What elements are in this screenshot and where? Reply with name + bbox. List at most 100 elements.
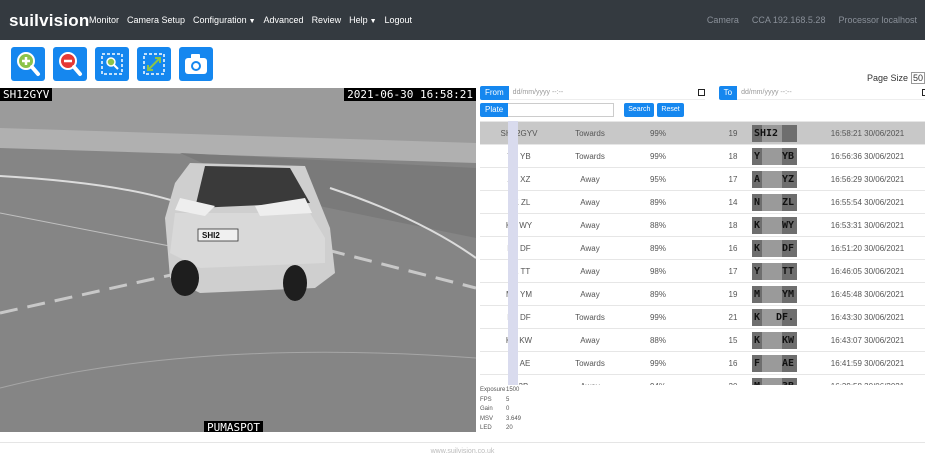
camera-toolbar <box>11 47 213 81</box>
processor-label: Processor localhost <box>838 15 917 25</box>
plate-thumbnail[interactable]: N ZL <box>752 194 797 211</box>
table-row[interactable]: KY DF Away 89% 16 K DF 16:51:20 30/06/2021 <box>480 236 925 259</box>
plate-thumbnail[interactable]: M YM <box>752 286 797 303</box>
snapshot-button[interactable] <box>179 47 213 81</box>
timestamp-cell: 16:56:36 30/06/2021 <box>830 152 905 161</box>
plate-thumbnail[interactable]: Y YB <box>752 148 797 165</box>
zoom-out-button[interactable] <box>53 47 87 81</box>
from-label: From <box>480 86 509 100</box>
timestamp-cell: 16:45:48 30/06/2021 <box>830 290 905 299</box>
nav-menu: Monitor Camera Setup Configuration ▼ Adva… <box>89 15 412 25</box>
plate-cell: KD WY <box>505 221 533 230</box>
plate-thumbnail-text-start: SHI2 <box>754 128 779 139</box>
confidence-cell: 98% <box>649 267 666 276</box>
footer-link[interactable]: www.suilvision.co.uk <box>0 448 925 455</box>
table-row[interactable]: MV YM Away 89% 19 M YM 16:45:48 30/06/2021 <box>480 282 925 305</box>
plate-thumbnail-text-end: KW <box>781 335 794 346</box>
plate-thumbnail[interactable]: M 3B <box>752 378 797 385</box>
plate-thumbnail-text-end: YM <box>781 289 794 300</box>
plate-search-input[interactable] <box>508 103 615 117</box>
to-label: To <box>718 86 738 100</box>
nav-monitor[interactable]: Monitor <box>89 15 119 25</box>
camera-brand-overlay: PUMASPOT <box>204 421 263 432</box>
table-row[interactable]: YE TT Away 98% 17 Y TT 16:46:05 30/06/2021 <box>480 259 925 282</box>
camera-address: CCA 192.168.5.28 <box>751 15 826 25</box>
direction-cell: Towards <box>575 359 605 368</box>
to-date-input[interactable]: dd/mm/yyyy --:-- <box>737 86 925 100</box>
table-row[interactable]: FV AE Towards 99% 16 F AE 16:41:59 30/06/2021 <box>480 351 925 374</box>
svg-text:SHI2: SHI2 <box>202 231 220 240</box>
plate-thumbnail[interactable]: K DF <box>752 240 797 257</box>
nav-help[interactable]: Help ▼ <box>349 15 376 25</box>
nav-logout[interactable]: Logout <box>385 15 413 25</box>
stat-value: 0 <box>506 406 510 412</box>
plate-cell: M 3B <box>480 375 558 385</box>
zoom-in-button[interactable] <box>11 47 45 81</box>
table-row[interactable]: KU KW Away 88% 15 K KW 16:43:07 30/06/2021 <box>480 328 925 351</box>
calendar-icon[interactable] <box>697 89 705 96</box>
plate-thumbnail-text-end: AE <box>781 358 794 369</box>
plate-cell: NK ZL <box>507 198 531 207</box>
plate-image-cell: M YM <box>742 283 812 306</box>
plate-thumbnail[interactable]: K KW <box>752 332 797 349</box>
plate-thumbnail[interactable]: F AE <box>752 355 797 372</box>
camera-feed: SHI2 SH12GYV 2021-06-30 16:58:21 PUMASPO… <box>0 88 476 432</box>
table-row[interactable]: KY DF Towards 99% 21 K DF. 16:43:30 30/06/2021 <box>480 305 925 328</box>
page-size-control: Page Size 50 <box>867 72 925 84</box>
table-row[interactable]: NK ZL Away 89% 14 N ZL 16:55:54 30/06/2021 <box>480 190 925 213</box>
timestamp-cell: 16:41:59 30/06/2021 <box>830 359 905 368</box>
direction-cell: Away <box>558 375 622 385</box>
plate-image-cell: K KW <box>742 329 812 352</box>
plate-thumbnail[interactable]: K DF. <box>752 309 797 326</box>
table-row[interactable]: M 3BAway94%20M3B16:39:58 30/06/2021 <box>480 374 925 385</box>
timestamp-cell: 16:43:30 30/06/2021 <box>830 313 905 322</box>
direction-cell: Away <box>580 336 600 345</box>
plate-thumbnail[interactable]: Y TT <box>752 263 797 280</box>
plate-thumbnail-text-start: Y <box>754 151 761 162</box>
zoom-region-button[interactable] <box>95 47 129 81</box>
confidence-cell: 99% <box>649 152 666 161</box>
stat-line: Exposure1500 <box>480 386 521 396</box>
plate-thumbnail-text-end: ZL <box>781 197 794 208</box>
stat-value: 5 <box>506 396 510 403</box>
fit-view-button[interactable] <box>137 47 171 81</box>
plate-cell: KY DF <box>507 313 531 322</box>
plate-thumbnail-text-end: 3B <box>782 378 794 385</box>
plate-thumbnail-text-start: A <box>754 174 761 185</box>
page-size-label: Page Size <box>866 73 908 83</box>
nav-configuration[interactable]: Configuration ▼ <box>193 15 255 25</box>
plate-thumbnail-text-start: F <box>754 358 761 369</box>
plate-thumbnail-text-end: YB <box>781 151 794 162</box>
results-table: SH12GYV Towards 99% 19 SHI2 16:58:21 30/06/20… <box>480 121 925 385</box>
table-row[interactable]: YX YB Towards 99% 18 Y YB 16:56:36 30/06/2021 <box>480 144 925 167</box>
plate-thumbnail[interactable]: A YZ <box>752 171 797 188</box>
table-row[interactable]: AF XZ Away 95% 17 A YZ 16:56:29 30/06/2021 <box>480 167 925 190</box>
brand-logo[interactable]: suilvision <box>9 11 89 31</box>
timestamp-cell: 16:58:21 30/06/2021 <box>830 129 905 138</box>
nav-camera-setup[interactable]: Camera Setup <box>127 15 185 25</box>
nav-review[interactable]: Review <box>312 15 342 25</box>
plate-cell: AF XZ <box>507 175 531 184</box>
search-button[interactable]: Search <box>624 103 655 117</box>
camera-image: SHI2 <box>0 88 476 432</box>
stat-line: LED 20 <box>480 424 521 434</box>
timestamp-cell: 16:46:05 30/06/2021 <box>830 267 905 276</box>
from-date-placeholder: dd/mm/yyyy --:-- <box>512 89 564 96</box>
nav-configuration-label: Configuration <box>193 15 247 25</box>
camera-label: Camera <box>706 15 739 25</box>
table-row[interactable]: SH12GYV Towards 99% 19 SHI2 16:58:21 30/06/20… <box>480 121 925 144</box>
from-date-input[interactable]: dd/mm/yyyy --:-- <box>508 86 705 100</box>
plate-thumbnail[interactable]: K WY <box>752 217 797 234</box>
plate-thumbnail-text-end: DF. <box>775 312 794 323</box>
plate-cell: KU KW <box>505 336 533 345</box>
page-size-input[interactable]: 50 <box>911 72 925 84</box>
camera-icon <box>185 54 207 74</box>
plate-image-cell: Y YB <box>742 145 812 168</box>
reset-button[interactable]: Reset <box>657 103 684 117</box>
plate-image-cell: SHI2 <box>742 122 812 145</box>
table-row[interactable]: KD WY Away 88% 18 K WY 16:53:31 30/06/2021 <box>480 213 925 236</box>
stat-line: FPS 5 <box>480 396 521 406</box>
nav-advanced[interactable]: Advanced <box>264 15 304 25</box>
plate-thumbnail[interactable]: SHI2 <box>752 125 797 142</box>
plate-cell: KY DF <box>507 244 531 253</box>
